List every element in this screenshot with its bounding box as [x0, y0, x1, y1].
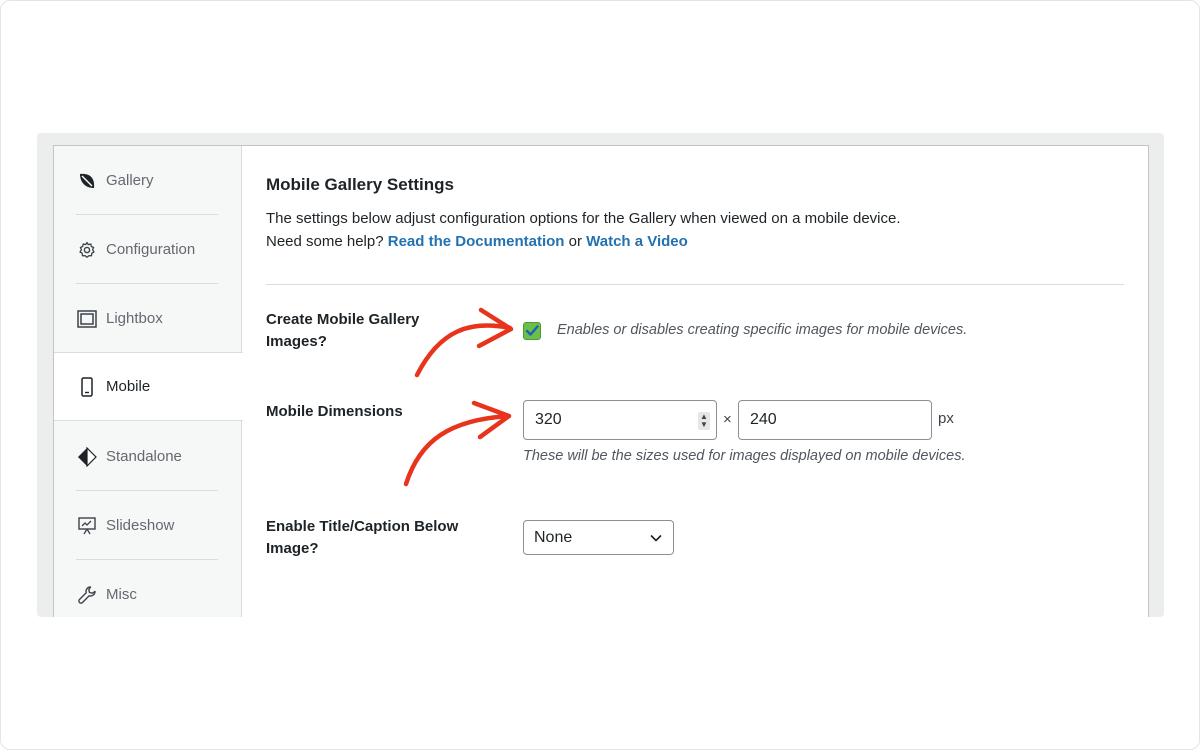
tab-label: Misc — [106, 586, 137, 603]
settings-description: The settings below adjust configuration … — [266, 207, 901, 253]
help-line: Need some help? Read the Documentation o… — [266, 230, 901, 253]
width-value: 320 — [535, 411, 562, 428]
tab-label: Mobile — [106, 378, 151, 395]
tab-label: Lightbox — [106, 310, 163, 327]
number-spinner[interactable]: ▲ ▼ — [698, 412, 710, 430]
unit-label: px — [938, 410, 954, 427]
create-mobile-hint: Enables or disables creating specific im… — [557, 322, 968, 338]
wrench-icon — [76, 584, 98, 606]
tab-misc[interactable]: Misc — [54, 560, 242, 617]
tab-gallery[interactable]: Gallery — [54, 146, 242, 215]
mobile-dimensions-label: Mobile Dimensions — [266, 403, 403, 420]
tab-label: Slideshow — [106, 517, 175, 534]
leaf-icon — [76, 170, 98, 192]
settings-panel: Gallery Configuration Lightbox Mobile St… — [53, 145, 1149, 617]
page-title: Mobile Gallery Settings — [266, 175, 454, 194]
title-caption-label: Enable Title/Caption Below Image? — [266, 518, 459, 557]
gear-icon — [76, 239, 98, 261]
tab-standalone[interactable]: Standalone — [54, 422, 242, 491]
tab-label: Configuration — [106, 241, 196, 258]
times-sign: × — [723, 411, 732, 428]
create-mobile-label: Create Mobile Gallery Images? — [266, 311, 420, 350]
documentation-link[interactable]: Read the Documentation — [388, 233, 565, 250]
diamond-icon — [76, 446, 98, 468]
chevron-down-icon — [650, 534, 662, 542]
mobile-icon — [76, 376, 98, 398]
mobile-height-input[interactable]: 240 — [738, 400, 932, 440]
slideshow-icon — [76, 515, 98, 537]
title-caption-select[interactable]: None — [523, 520, 674, 555]
select-value: None — [534, 528, 573, 546]
section-divider — [266, 284, 1124, 285]
tab-lightbox[interactable]: Lightbox — [54, 284, 242, 353]
description-text: The settings below adjust configuration … — [266, 210, 901, 227]
spinner-down-icon: ▼ — [700, 420, 708, 429]
height-value: 240 — [750, 411, 777, 428]
help-prefix: Need some help? — [266, 233, 384, 250]
create-mobile-checkbox[interactable] — [523, 322, 541, 340]
watch-video-link[interactable]: Watch a Video — [586, 233, 688, 250]
tab-slideshow[interactable]: Slideshow — [54, 491, 242, 560]
settings-main: Mobile Gallery Settings The settings bel… — [266, 146, 1124, 617]
tab-configuration[interactable]: Configuration — [54, 215, 242, 284]
tab-label: Gallery — [106, 172, 154, 189]
checkmark-icon — [525, 325, 539, 336]
dimensions-hint: These will be the sizes used for images … — [523, 448, 966, 464]
settings-screenshot: Gallery Configuration Lightbox Mobile St… — [37, 133, 1164, 617]
or-text: or — [568, 233, 582, 250]
settings-sidebar: Gallery Configuration Lightbox Mobile St… — [54, 146, 243, 617]
lightbox-icon — [76, 308, 98, 330]
tab-label: Standalone — [106, 448, 182, 465]
tab-mobile[interactable]: Mobile — [54, 352, 243, 421]
mobile-width-input[interactable]: 320 ▲ ▼ — [523, 400, 717, 440]
